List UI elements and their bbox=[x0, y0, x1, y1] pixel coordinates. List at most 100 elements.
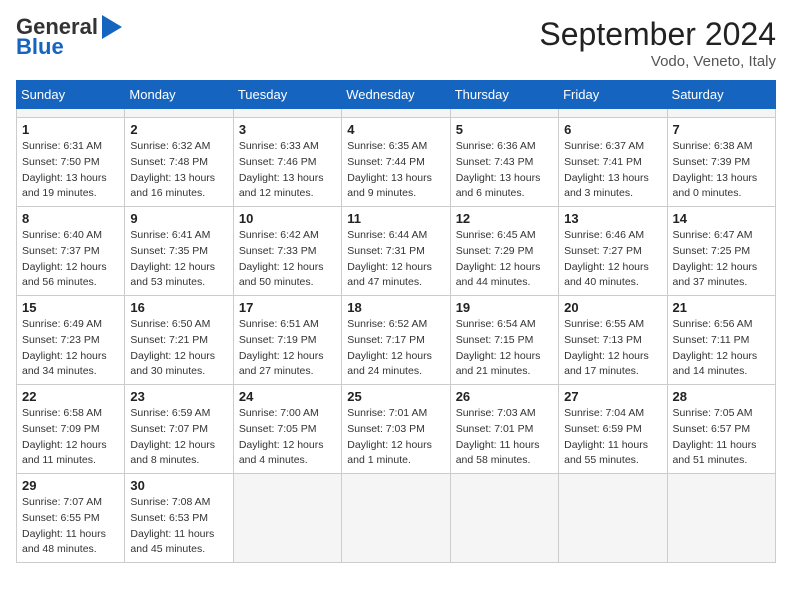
day-number: 20 bbox=[564, 300, 661, 315]
day-info: Sunrise: 6:36 AMSunset: 7:43 PMDaylight:… bbox=[456, 139, 553, 202]
day-number: 9 bbox=[130, 211, 227, 226]
day-info: Sunrise: 6:45 AMSunset: 7:29 PMDaylight:… bbox=[456, 228, 553, 291]
day-number: 5 bbox=[456, 122, 553, 137]
table-row bbox=[450, 474, 558, 563]
day-number: 4 bbox=[347, 122, 444, 137]
table-row: 27 Sunrise: 7:04 AMSunset: 6:59 PMDayligh… bbox=[559, 385, 667, 474]
col-thursday: Thursday bbox=[450, 81, 558, 109]
day-number: 17 bbox=[239, 300, 336, 315]
table-row: 6 Sunrise: 6:37 AMSunset: 7:41 PMDaylight… bbox=[559, 118, 667, 207]
day-number: 12 bbox=[456, 211, 553, 226]
day-number: 7 bbox=[673, 122, 770, 137]
col-monday: Monday bbox=[125, 81, 233, 109]
day-number: 21 bbox=[673, 300, 770, 315]
table-row: 29Sunrise: 7:07 AMSunset: 6:55 PMDayligh… bbox=[17, 474, 125, 563]
logo: General Blue bbox=[16, 16, 124, 58]
table-row: 7 Sunrise: 6:38 AMSunset: 7:39 PMDaylight… bbox=[667, 118, 775, 207]
table-row: 28 Sunrise: 7:05 AMSunset: 6:57 PMDayligh… bbox=[667, 385, 775, 474]
calendar-table: Sunday Monday Tuesday Wednesday Thursday… bbox=[16, 80, 776, 563]
day-info: Sunrise: 7:05 AMSunset: 6:57 PMDaylight:… bbox=[673, 406, 770, 469]
day-number: 3 bbox=[239, 122, 336, 137]
table-row: 24Sunrise: 7:00 AMSunset: 7:05 PMDayligh… bbox=[233, 385, 341, 474]
table-row: 1Sunrise: 6:31 AMSunset: 7:50 PMDaylight… bbox=[17, 118, 125, 207]
day-info: Sunrise: 6:44 AMSunset: 7:31 PMDaylight:… bbox=[347, 228, 444, 291]
table-row bbox=[342, 109, 450, 118]
col-wednesday: Wednesday bbox=[342, 81, 450, 109]
day-number: 23 bbox=[130, 389, 227, 404]
day-info: Sunrise: 7:07 AMSunset: 6:55 PMDaylight:… bbox=[22, 495, 119, 558]
day-number: 22 bbox=[22, 389, 119, 404]
day-number: 8 bbox=[22, 211, 119, 226]
day-info: Sunrise: 7:03 AMSunset: 7:01 PMDaylight:… bbox=[456, 406, 553, 469]
table-row bbox=[233, 109, 341, 118]
day-info: Sunrise: 7:04 AMSunset: 6:59 PMDaylight:… bbox=[564, 406, 661, 469]
calendar-week-row: 1Sunrise: 6:31 AMSunset: 7:50 PMDaylight… bbox=[17, 118, 776, 207]
table-row: 21 Sunrise: 6:56 AMSunset: 7:11 PMDayligh… bbox=[667, 296, 775, 385]
day-number: 27 bbox=[564, 389, 661, 404]
table-row: 23Sunrise: 6:59 AMSunset: 7:07 PMDayligh… bbox=[125, 385, 233, 474]
table-row: 2Sunrise: 6:32 AMSunset: 7:48 PMDaylight… bbox=[125, 118, 233, 207]
table-row bbox=[233, 474, 341, 563]
table-row: 3 Sunrise: 6:33 AMSunset: 7:46 PMDaylight… bbox=[233, 118, 341, 207]
table-row: 5 Sunrise: 6:36 AMSunset: 7:43 PMDaylight… bbox=[450, 118, 558, 207]
table-row bbox=[559, 474, 667, 563]
day-number: 14 bbox=[673, 211, 770, 226]
page-header: General Blue September 2024 Vodo, Veneto… bbox=[16, 16, 776, 70]
logo-blue: Blue bbox=[16, 36, 64, 58]
day-number: 28 bbox=[673, 389, 770, 404]
table-row bbox=[17, 109, 125, 118]
table-row bbox=[125, 109, 233, 118]
day-info: Sunrise: 6:47 AMSunset: 7:25 PMDaylight:… bbox=[673, 228, 770, 291]
day-info: Sunrise: 6:41 AMSunset: 7:35 PMDaylight:… bbox=[130, 228, 227, 291]
col-saturday: Saturday bbox=[667, 81, 775, 109]
day-info: Sunrise: 6:55 AMSunset: 7:13 PMDaylight:… bbox=[564, 317, 661, 380]
day-number: 30 bbox=[130, 478, 227, 493]
table-row bbox=[667, 474, 775, 563]
day-info: Sunrise: 6:38 AMSunset: 7:39 PMDaylight:… bbox=[673, 139, 770, 202]
day-info: Sunrise: 6:35 AMSunset: 7:44 PMDaylight:… bbox=[347, 139, 444, 202]
table-row: 11 Sunrise: 6:44 AMSunset: 7:31 PMDayligh… bbox=[342, 207, 450, 296]
day-info: Sunrise: 6:32 AMSunset: 7:48 PMDaylight:… bbox=[130, 139, 227, 202]
day-number: 1 bbox=[22, 122, 119, 137]
day-number: 13 bbox=[564, 211, 661, 226]
day-info: Sunrise: 6:33 AMSunset: 7:46 PMDaylight:… bbox=[239, 139, 336, 202]
day-info: Sunrise: 7:01 AMSunset: 7:03 PMDaylight:… bbox=[347, 406, 444, 469]
col-sunday: Sunday bbox=[17, 81, 125, 109]
table-row: 4 Sunrise: 6:35 AMSunset: 7:44 PMDaylight… bbox=[342, 118, 450, 207]
day-info: Sunrise: 6:51 AMSunset: 7:19 PMDaylight:… bbox=[239, 317, 336, 380]
day-info: Sunrise: 6:56 AMSunset: 7:11 PMDaylight:… bbox=[673, 317, 770, 380]
day-number: 25 bbox=[347, 389, 444, 404]
col-friday: Friday bbox=[559, 81, 667, 109]
calendar-week-row: 8 Sunrise: 6:40 AMSunset: 7:37 PMDaylight… bbox=[17, 207, 776, 296]
calendar-week-row: 29Sunrise: 7:07 AMSunset: 6:55 PMDayligh… bbox=[17, 474, 776, 563]
table-row bbox=[342, 474, 450, 563]
day-info: Sunrise: 7:08 AMSunset: 6:53 PMDaylight:… bbox=[130, 495, 227, 558]
table-row: 15Sunrise: 6:49 AMSunset: 7:23 PMDayligh… bbox=[17, 296, 125, 385]
table-row: 25 Sunrise: 7:01 AMSunset: 7:03 PMDayligh… bbox=[342, 385, 450, 474]
table-row: 8 Sunrise: 6:40 AMSunset: 7:37 PMDaylight… bbox=[17, 207, 125, 296]
day-number: 18 bbox=[347, 300, 444, 315]
day-number: 11 bbox=[347, 211, 444, 226]
day-info: Sunrise: 6:46 AMSunset: 7:27 PMDaylight:… bbox=[564, 228, 661, 291]
table-row: 17 Sunrise: 6:51 AMSunset: 7:19 PMDayligh… bbox=[233, 296, 341, 385]
calendar-week-row: 15Sunrise: 6:49 AMSunset: 7:23 PMDayligh… bbox=[17, 296, 776, 385]
day-info: Sunrise: 6:52 AMSunset: 7:17 PMDaylight:… bbox=[347, 317, 444, 380]
day-number: 6 bbox=[564, 122, 661, 137]
day-info: Sunrise: 6:42 AMSunset: 7:33 PMDaylight:… bbox=[239, 228, 336, 291]
day-info: Sunrise: 6:37 AMSunset: 7:41 PMDaylight:… bbox=[564, 139, 661, 202]
day-number: 26 bbox=[456, 389, 553, 404]
calendar-week-row bbox=[17, 109, 776, 118]
month-title: September 2024 bbox=[539, 16, 776, 53]
day-number: 10 bbox=[239, 211, 336, 226]
table-row: 10 Sunrise: 6:42 AMSunset: 7:33 PMDayligh… bbox=[233, 207, 341, 296]
day-info: Sunrise: 6:58 AMSunset: 7:09 PMDaylight:… bbox=[22, 406, 119, 469]
table-row: 22 Sunrise: 6:58 AMSunset: 7:09 PMDayligh… bbox=[17, 385, 125, 474]
day-number: 15 bbox=[22, 300, 119, 315]
location: Vodo, Veneto, Italy bbox=[539, 53, 776, 70]
table-row: 18 Sunrise: 6:52 AMSunset: 7:17 PMDayligh… bbox=[342, 296, 450, 385]
day-info: Sunrise: 6:40 AMSunset: 7:37 PMDaylight:… bbox=[22, 228, 119, 291]
table-row: 9 Sunrise: 6:41 AMSunset: 7:35 PMDaylight… bbox=[125, 207, 233, 296]
table-row: 13 Sunrise: 6:46 AMSunset: 7:27 PMDayligh… bbox=[559, 207, 667, 296]
day-number: 24 bbox=[239, 389, 336, 404]
table-row bbox=[667, 109, 775, 118]
